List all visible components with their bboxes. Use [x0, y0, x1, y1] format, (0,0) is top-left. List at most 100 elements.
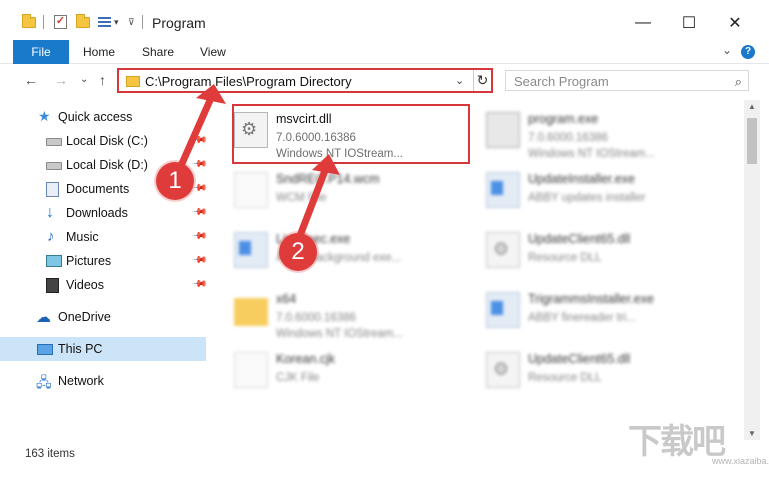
scroll-down-icon[interactable]: ▼	[748, 429, 756, 438]
tab-share[interactable]: Share	[142, 40, 174, 64]
minimize-button[interactable]: —	[620, 8, 666, 38]
sidebar-item-pictures[interactable]: Pictures 📌	[0, 249, 208, 273]
sidebar-item-this-pc[interactable]: This PC	[0, 337, 206, 361]
sidebar-item-onedrive[interactable]: ☁ OneDrive	[0, 305, 206, 329]
file-description: ABBY finereader tri...	[528, 312, 636, 324]
computer-icon	[37, 344, 53, 355]
tab-home[interactable]: Home	[83, 40, 115, 64]
vertical-scrollbar[interactable]: ▲ ▼	[744, 100, 760, 440]
exe-icon	[486, 292, 520, 328]
help-button[interactable]: ?	[741, 45, 755, 59]
file-version: 7.0.6000.16386	[528, 132, 608, 144]
file-description: Windows NT IOStream...	[276, 328, 403, 340]
pictures-icon	[46, 255, 62, 267]
file-item-trigrammsinstaller-exe[interactable]: TrigrammsInstaller.exe ABBY finereader t…	[484, 286, 720, 336]
dropdown-arrow-icon[interactable]: ▾	[114, 12, 119, 32]
file-item-updateclient65-dll-2[interactable]: UpdateClient65.dll Resource DLL	[484, 346, 720, 396]
file-icon	[234, 352, 268, 388]
customize-toolbar-icon[interactable]: ⊽	[128, 12, 135, 32]
search-input[interactable]: Search Program	[514, 74, 609, 89]
up-button[interactable]: ↑	[99, 72, 106, 88]
sidebar-item-label: Local Disk (D:)	[66, 158, 148, 172]
sidebar-item-downloads[interactable]: ↓ Downloads 📌	[0, 201, 208, 225]
close-button[interactable]: ✕	[712, 8, 758, 38]
search-box[interactable]: Search Program ⌕	[505, 70, 749, 91]
documents-icon	[46, 182, 59, 197]
pin-icon: 📌	[190, 252, 208, 269]
sidebar-item-label: OneDrive	[58, 310, 111, 324]
file-details: 7.0.6000.16386 Windows NT IOStream...	[276, 310, 403, 342]
navigation-pane: ★ Quick access Local Disk (C:) 📌 Local D…	[0, 100, 208, 440]
sidebar-item-music[interactable]: ♪ Music 📌	[0, 225, 208, 249]
sidebar-item-quick-access[interactable]: ★ Quick access	[0, 105, 206, 129]
file-name: SndREC.P14.wcm	[276, 172, 380, 186]
tab-view[interactable]: View	[200, 40, 226, 64]
exe-icon	[234, 232, 268, 268]
scroll-up-icon[interactable]: ▲	[748, 102, 756, 111]
search-icon[interactable]: ⌕	[735, 74, 742, 90]
network-icon: 🖧	[36, 374, 52, 390]
folder-icon	[234, 298, 268, 326]
file-description: ABBY updates installer	[528, 192, 646, 204]
watermark-logo: 下载吧	[628, 423, 726, 461]
disk-icon	[46, 138, 62, 146]
pin-icon: 📌	[190, 132, 208, 149]
sidebar-item-videos[interactable]: Videos 📌	[0, 273, 208, 297]
expand-ribbon-button[interactable]: ⌄	[722, 43, 732, 57]
recent-locations-button[interactable]: ⌄	[80, 74, 88, 85]
file-name: UpdateClient65.dll	[528, 232, 631, 246]
chevron-down-icon[interactable]: ⌄	[455, 74, 464, 87]
sidebar-item-label: Documents	[66, 182, 130, 196]
step-badge-2: 2	[279, 233, 317, 271]
file-item-updateinstaller-exe[interactable]: UpdateInstaller.exe ABBY updates install…	[484, 166, 720, 216]
window-title: Program	[152, 15, 206, 31]
file-name: UpdateClient65.dll	[528, 352, 631, 366]
sidebar-item-label: Network	[58, 374, 104, 388]
file-details: 7.0.6000.16386 Windows NT IOStream...	[528, 130, 655, 162]
watermark-url: www.xiazaiba.com	[712, 456, 769, 466]
file-name: UpdateInstaller.exe	[528, 172, 636, 186]
maximize-button[interactable]: ☐	[666, 8, 712, 38]
view-properties-icon[interactable]	[98, 12, 111, 32]
file-icon	[234, 172, 268, 208]
file-item-sndrec-wcm[interactable]: SndREC.P14.wcm WCM File	[232, 166, 468, 216]
forward-button[interactable]: →	[54, 72, 68, 88]
sidebar-item-network[interactable]: 🖧 Network	[0, 369, 206, 393]
file-name: x64	[276, 292, 297, 306]
highlight-box	[232, 104, 470, 164]
sidebar-item-label: Music	[66, 230, 99, 244]
file-type: WCM File	[276, 192, 327, 204]
file-type: CJK File	[276, 372, 320, 384]
file-item-liveexec-exe[interactable]: LiveExec.exe ABBY background exe...	[232, 226, 468, 276]
scroll-thumb[interactable]	[747, 118, 757, 164]
sidebar-item-label: This PC	[58, 342, 103, 356]
file-description: Windows NT IOStream...	[528, 148, 655, 160]
disk-icon	[46, 162, 62, 170]
exe-icon	[486, 112, 520, 148]
tab-file[interactable]: File	[13, 40, 69, 64]
address-bar[interactable]: C:\Program Files\Program Directory ⌄ ↻	[117, 68, 493, 93]
title-bar: ✓ ▾ ⊽ Program — ☐ ✕	[0, 0, 769, 40]
pin-icon: 📌	[190, 204, 208, 221]
cloud-icon: ☁	[36, 309, 51, 326]
sidebar-item-label: Downloads	[66, 206, 128, 220]
new-folder-icon[interactable]	[76, 12, 90, 32]
properties-check-icon[interactable]: ✓	[54, 12, 67, 32]
file-item-korean-cjk[interactable]: Korean.cjk CJK File	[232, 346, 468, 396]
file-name: program.exe	[528, 112, 599, 126]
sidebar-item-local-disk-c[interactable]: Local Disk (C:) 📌	[0, 129, 208, 153]
dll-icon	[486, 232, 520, 268]
file-name: TrigrammsInstaller.exe	[528, 292, 654, 306]
refresh-button[interactable]: ↻	[473, 70, 491, 91]
step-badge-1: 1	[156, 162, 194, 200]
file-item-updateclient65-dll[interactable]: UpdateClient65.dll Resource DLL	[484, 226, 720, 276]
pin-icon: 📌	[190, 228, 208, 245]
file-name: Korean.cjk	[276, 352, 336, 366]
sidebar-item-label: Videos	[66, 278, 104, 292]
separator	[43, 12, 44, 32]
address-path[interactable]: C:\Program Files\Program Directory	[145, 74, 352, 89]
sidebar-item-label: Local Disk (C:)	[66, 134, 148, 148]
file-item-program-exe[interactable]: program.exe 7.0.6000.16386 Windows NT IO…	[484, 106, 720, 160]
file-item-x64-folder[interactable]: x64 7.0.6000.16386 Windows NT IOStream..…	[232, 286, 468, 340]
back-button[interactable]: ←	[24, 72, 38, 88]
